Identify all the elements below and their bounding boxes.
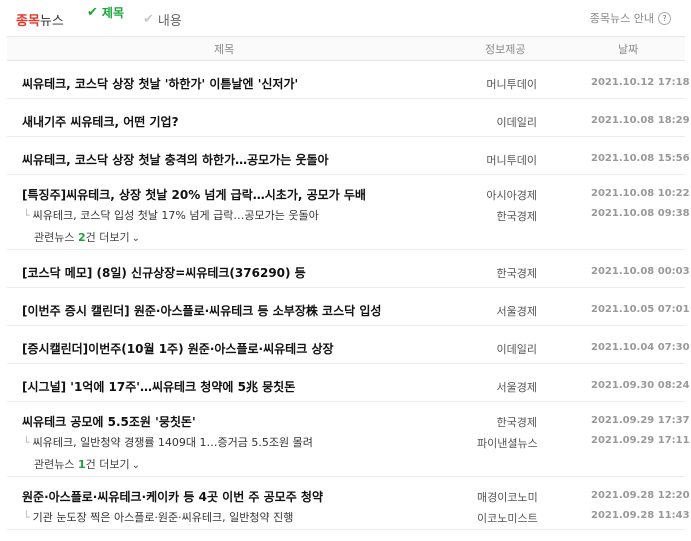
reply-arrow-icon: └ xyxy=(23,209,30,222)
related-news-more-button[interactable]: 관련뉴스 1건 더보기 ⌄ xyxy=(34,456,140,472)
news-date: 2021.10.08 15:56 xyxy=(591,153,690,164)
news-source: 머니투데이 xyxy=(486,154,537,167)
news-date: 2021.09.28 11:43 xyxy=(591,510,690,521)
table-row: 씨유테크, 코스닥 상장 첫날 '하한가' 이튿날엔 '신저가' 머니투데이 202… xyxy=(7,61,690,99)
check-icon: ✔ xyxy=(87,5,98,20)
stock-news-help-link[interactable]: 종목뉴스 안내 ? xyxy=(590,10,671,26)
table-row: 씨유테크, 코스닥 상장 첫날 충격의 하한가…공모가는 웃돌아 머니투데이 202… xyxy=(7,137,690,175)
related-news-link[interactable]: └ 씨유테크, 일반청약 경쟁률 1409대 1…증거금 5.5조원 몰려 xyxy=(23,434,313,450)
related-count: 2 xyxy=(77,231,86,244)
filter-content-toggle[interactable]: ✔ 내용 xyxy=(143,10,182,29)
news-date: 2021.10.04 07:30 xyxy=(591,342,690,353)
table-row: 새내기주 씨유테크, 어떤 기업? 이데일리 2021.10.08 18:29 xyxy=(7,99,690,137)
related-news-item: └ 씨유테크, 코스닥 입성 첫날 17% 넘게 급락…공모가는 웃돌아 한국경제 2… xyxy=(7,203,690,225)
news-title-link[interactable]: [코스닥 메모] (8일) 신규상장=씨유테크(376290) 등 xyxy=(22,264,306,281)
news-source: 한국경제 xyxy=(496,210,537,223)
news-source: 이데일리 xyxy=(496,343,537,356)
news-date: 2021.09.29 17:11 xyxy=(591,435,690,446)
news-item: [시그널] '1억에 17주'…씨유테크 청약에 5兆 뭉칫돈 서울경제 2021.… xyxy=(7,364,690,401)
news-source: 서울경제 xyxy=(496,381,537,394)
news-title-link[interactable]: 씨유테크 공모에 5.5조원 '뭉칫돈' xyxy=(22,413,196,430)
news-filter-bar: 종목뉴스 ✔ 제목 ✔ 내용 종목뉴스 안내 ? xyxy=(0,0,691,36)
news-item: 씨유테크, 코스닥 상장 첫날 '하한가' 이튿날엔 '신저가' 머니투데이 202… xyxy=(7,61,690,98)
filter-content-label: 내용 xyxy=(157,14,182,29)
news-title-link[interactable]: 씨유테크, 코스닥 상장 첫날 '하한가' 이튿날엔 '신저가' xyxy=(22,75,298,92)
related-news-link[interactable]: └ 기관 눈도장 찍은 아스플로·원준·씨유테크, 일반청약 진행 xyxy=(23,509,293,525)
header-source: 정보제공 xyxy=(485,43,526,56)
news-title-link[interactable]: 씨유테크, 코스닥 상장 첫날 충격의 하한가…공모가는 웃돌아 xyxy=(22,151,329,168)
check-icon: ✔ xyxy=(143,12,154,27)
news-date: 2021.10.12 17:18 xyxy=(591,77,690,88)
news-source: 이데일리 xyxy=(496,116,537,129)
table-header: 제목 정보제공 날짜 xyxy=(7,36,685,61)
filter-title-label: 제목 xyxy=(101,6,124,20)
news-title-link[interactable]: 새내기주 씨유테크, 어떤 기업? xyxy=(22,113,179,130)
news-date: 2021.09.29 17:37 xyxy=(591,415,690,426)
news-date: 2021.10.08 00:03 xyxy=(591,266,690,277)
table-row: 원준·아스플로·씨유테크·케이카 등 4곳 이번 주 공모주 청약 매경이코노미 2… xyxy=(7,483,690,530)
related-news-item: └ 기관 눈도장 찍은 아스플로·원준·씨유테크, 일반청약 진행 이코노미스트 20… xyxy=(7,505,690,527)
help-label: 종목뉴스 안내 xyxy=(589,12,654,25)
news-item: [코스닥 메모] (8일) 신규상장=씨유테크(376290) 등 한국경제 202… xyxy=(7,250,690,287)
chevron-down-icon: ⌄ xyxy=(131,460,141,471)
news-source: 이코노미스트 xyxy=(477,512,538,525)
news-date: 2021.09.28 12:20 xyxy=(591,490,690,501)
reply-arrow-icon: └ xyxy=(23,436,30,449)
news-source: 한국경제 xyxy=(496,267,537,280)
stock-news-panel: 종목뉴스 ✔ 제목 ✔ 내용 종목뉴스 안내 ? 제목 정보제공 날짜 씨유테크… xyxy=(0,0,691,541)
table-row: [코스닥 메모] (8일) 신규상장=씨유테크(376290) 등 한국경제 202… xyxy=(7,250,690,288)
news-item: [이번주 증시 캘린더] 원준·아스플로·씨유테크 등 소부장株 코스닥 입성 서… xyxy=(7,288,690,325)
news-source: 매경이코노미 xyxy=(477,491,538,504)
table-row: 씨유테크 공모에 5.5조원 '뭉칫돈' 한국경제 2021.09.29 17:37… xyxy=(7,408,690,477)
news-source: 서울경제 xyxy=(496,305,537,318)
news-item: [특징주]씨유테크, 상장 첫날 20% 넘게 급락…시초가, 공모가 두배 아시… xyxy=(7,181,690,203)
news-item: 원준·아스플로·씨유테크·케이카 등 4곳 이번 주 공모주 청약 매경이코노미 2… xyxy=(7,483,690,505)
table-row: [시그널] '1억에 17주'…씨유테크 청약에 5兆 뭉칫돈 서울경제 2021.… xyxy=(7,364,690,402)
related-news-item: └ 씨유테크, 일반청약 경쟁률 1409대 1…증거금 5.5조원 몰려 파이낸셜… xyxy=(7,430,690,452)
news-date: 2021.10.05 07:01 xyxy=(591,304,690,315)
news-title-link[interactable]: [증시캘린더]이번주(10월 1주) 원준·아스플로·씨유테크 상장 xyxy=(22,340,334,357)
help-icon: ? xyxy=(658,11,671,25)
news-title-link[interactable]: 원준·아스플로·씨유테크·케이카 등 4곳 이번 주 공모주 청약 xyxy=(22,488,323,505)
header-date: 날짜 xyxy=(618,43,639,56)
related-count: 1 xyxy=(77,458,86,471)
table-row: [이번주 증시 캘린더] 원준·아스플로·씨유테크 등 소부장株 코스닥 입성 서… xyxy=(7,288,690,326)
related-news-link[interactable]: └ 씨유테크, 코스닥 입성 첫날 17% 넘게 급락…공모가는 웃돌아 xyxy=(23,207,319,223)
header-title: 제목 xyxy=(214,43,235,56)
related-more-row: 관련뉴스 1건 더보기 ⌄ xyxy=(7,452,685,476)
news-title-link[interactable]: [시그널] '1억에 17주'…씨유테크 청약에 5兆 뭉칫돈 xyxy=(22,378,295,395)
news-source: 아시아경제 xyxy=(486,189,537,202)
news-date: 2021.10.08 09:38 xyxy=(591,208,690,219)
table-row: [증시캘린더]이번주(10월 1주) 원준·아스플로·씨유테크 상장 이데일리 20… xyxy=(7,326,690,364)
news-title-link[interactable]: [특징주]씨유테크, 상장 첫날 20% 넘게 급락…시초가, 공모가 두배 xyxy=(22,186,366,203)
news-source: 한국경제 xyxy=(496,416,537,429)
news-list: 씨유테크, 코스닥 상장 첫날 '하한가' 이튿날엔 '신저가' 머니투데이 202… xyxy=(7,61,690,530)
news-table: 제목 정보제공 날짜 씨유테크, 코스닥 상장 첫날 '하한가' 이튿날엔 '신… xyxy=(7,36,690,530)
news-source: 머니투데이 xyxy=(486,78,537,91)
related-news-more-button[interactable]: 관련뉴스 2건 더보기 ⌄ xyxy=(34,229,140,245)
reply-arrow-icon: └ xyxy=(23,511,30,524)
related-more-row: 관련뉴스 2건 더보기 ⌄ xyxy=(7,225,685,249)
news-item: 새내기주 씨유테크, 어떤 기업? 이데일리 2021.10.08 18:29 xyxy=(7,99,690,136)
news-date: 2021.09.30 08:24 xyxy=(591,380,690,391)
chevron-down-icon: ⌄ xyxy=(131,233,141,244)
news-source: 파이낸셜뉴스 xyxy=(477,437,538,450)
table-row: [특징주]씨유테크, 상장 첫날 20% 넘게 급락…시초가, 공모가 두배 아시… xyxy=(7,181,690,250)
news-item: 씨유테크, 코스닥 상장 첫날 충격의 하한가…공모가는 웃돌아 머니투데이 202… xyxy=(7,137,690,174)
news-item: [증시캘린더]이번주(10월 1주) 원준·아스플로·씨유테크 상장 이데일리 20… xyxy=(7,326,690,363)
news-date: 2021.10.08 10:22 xyxy=(591,188,690,199)
section-title: 종목뉴스 xyxy=(16,14,64,29)
news-item: 씨유테크 공모에 5.5조원 '뭉칫돈' 한국경제 2021.09.29 17:37 xyxy=(7,408,690,430)
filter-title-toggle[interactable]: ✔ 제목 xyxy=(87,4,124,21)
news-title-link[interactable]: [이번주 증시 캘린더] 원준·아스플로·씨유테크 등 소부장株 코스닥 입성 xyxy=(22,302,381,319)
news-date: 2021.10.08 18:29 xyxy=(591,115,690,126)
